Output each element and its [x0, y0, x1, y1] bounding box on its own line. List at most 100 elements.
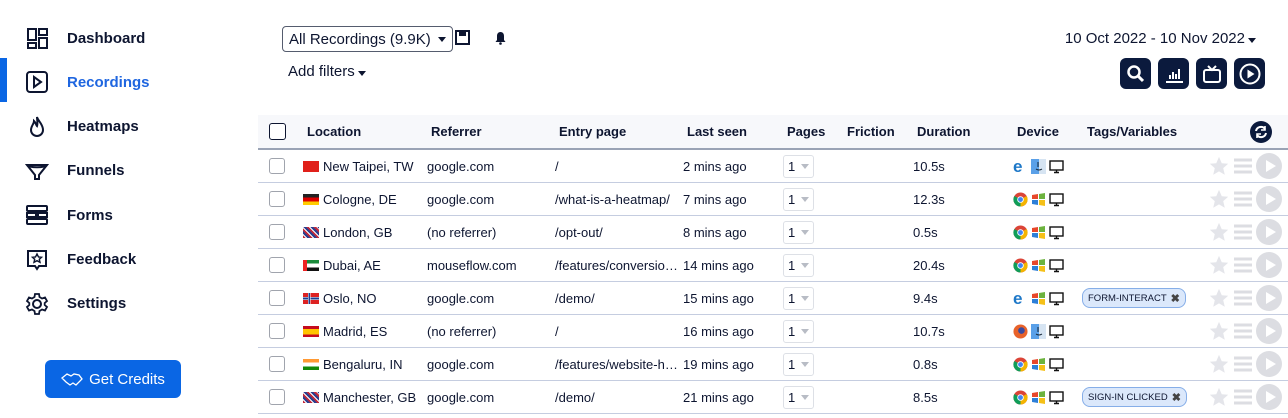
star-icon[interactable] — [1208, 188, 1230, 210]
sidebar-item-label: Dashboard — [67, 29, 146, 47]
play-recording-icon[interactable] — [1256, 318, 1282, 344]
table-row[interactable]: Madrid, ES (no referrer) / 16 mins ago 1… — [258, 315, 1288, 348]
entry-page[interactable]: / — [555, 315, 559, 347]
pages-dropdown[interactable]: 1 — [783, 253, 814, 277]
column-header-referrer[interactable]: Referrer — [431, 115, 482, 148]
row-checkbox[interactable] — [269, 224, 285, 240]
table-row[interactable]: Cologne, DE google.com /what-is-a-heatma… — [258, 183, 1288, 216]
tag-badge[interactable]: FORM-INTERACT ✖ — [1082, 288, 1186, 308]
bar-chart-icon — [1165, 68, 1183, 83]
column-header-duration[interactable]: Duration — [917, 115, 970, 148]
sidebar-item-heatmaps[interactable]: Heatmaps — [0, 105, 256, 149]
pages-dropdown[interactable]: 1 — [783, 220, 814, 244]
windows-os-icon — [1032, 192, 1045, 206]
segment-dropdown[interactable]: All Recordings (9.9K) — [282, 26, 453, 52]
menu-icon[interactable] — [1232, 353, 1254, 375]
sidebar-item-forms[interactable]: Forms — [0, 193, 256, 237]
edge-browser-icon: e — [1013, 291, 1022, 306]
entry-page[interactable]: /opt-out/ — [555, 216, 603, 248]
play-recording-icon[interactable] — [1256, 351, 1282, 377]
star-icon[interactable] — [1208, 254, 1230, 276]
column-header-pages[interactable]: Pages — [787, 115, 825, 148]
star-icon[interactable] — [1208, 386, 1230, 408]
play-recording-icon[interactable] — [1256, 285, 1282, 311]
pages-dropdown[interactable]: 1 — [783, 154, 814, 178]
column-header-entry-page[interactable]: Entry page — [559, 115, 626, 148]
table-row[interactable]: Manchester, GB google.com /demo/ 21 mins… — [258, 381, 1288, 414]
entry-page[interactable]: /features/website-h… — [555, 348, 678, 380]
column-header-location[interactable]: Location — [307, 115, 361, 148]
play-recording-icon[interactable] — [1256, 186, 1282, 212]
pages-dropdown[interactable]: 1 — [783, 286, 814, 310]
table-row[interactable]: Oslo, NO google.com /demo/ 15 mins ago 1… — [258, 282, 1288, 315]
table-row[interactable]: New Taipei, TW google.com / 2 mins ago 1… — [258, 150, 1288, 183]
star-icon[interactable] — [1208, 320, 1230, 342]
play-recording-icon[interactable] — [1256, 384, 1282, 410]
analytics-button[interactable] — [1158, 58, 1189, 89]
close-icon[interactable]: ✖ — [1172, 391, 1181, 404]
bell-icon[interactable] — [494, 31, 507, 45]
play-recording-icon[interactable] — [1256, 153, 1282, 179]
pages-dropdown[interactable]: 1 — [783, 385, 814, 409]
star-icon[interactable] — [1208, 287, 1230, 309]
column-header-friction[interactable]: Friction — [847, 115, 895, 148]
device-info — [1013, 216, 1064, 248]
row-checkbox[interactable] — [269, 158, 285, 174]
pages-dropdown[interactable]: 1 — [783, 187, 814, 211]
sidebar-item-feedback[interactable]: Feedback — [0, 238, 256, 282]
star-icon[interactable] — [1208, 221, 1230, 243]
menu-icon[interactable] — [1232, 386, 1254, 408]
row-checkbox[interactable] — [269, 191, 285, 207]
column-header-last-seen[interactable]: Last seen — [687, 115, 747, 148]
entry-page[interactable]: /features/conversio… — [555, 249, 678, 281]
device-info — [1013, 315, 1064, 347]
play-recording-icon[interactable] — [1256, 219, 1282, 245]
row-checkbox[interactable] — [269, 389, 285, 405]
row-checkbox[interactable] — [269, 257, 285, 273]
pages-dropdown[interactable]: 1 — [783, 319, 814, 343]
sidebar-item-settings[interactable]: Settings — [0, 282, 256, 326]
entry-page[interactable]: / — [555, 150, 559, 182]
table-row[interactable]: London, GB (no referrer) /opt-out/ 8 min… — [258, 216, 1288, 249]
menu-icon[interactable] — [1232, 221, 1254, 243]
star-icon[interactable] — [1208, 353, 1230, 375]
pages-dropdown[interactable]: 1 — [783, 352, 814, 376]
menu-icon[interactable] — [1232, 254, 1254, 276]
gear-icon — [25, 292, 49, 315]
row-checkbox[interactable] — [269, 356, 285, 372]
tv-mode-button[interactable] — [1196, 58, 1227, 89]
row-checkbox[interactable] — [269, 323, 285, 339]
menu-icon[interactable] — [1232, 155, 1254, 177]
save-icon[interactable] — [455, 30, 470, 45]
menu-icon[interactable] — [1232, 320, 1254, 342]
close-icon[interactable]: ✖ — [1171, 292, 1180, 305]
duration: 8.5s — [913, 389, 938, 405]
play-recording-icon[interactable] — [1256, 252, 1282, 278]
sidebar-item-funnels[interactable]: Funnels — [0, 149, 256, 193]
menu-icon[interactable] — [1232, 287, 1254, 309]
tag-badge[interactable]: SIGN-IN CLICKED ✖ — [1082, 387, 1187, 407]
play-all-button[interactable] — [1234, 58, 1265, 89]
play-square-icon — [26, 71, 48, 94]
referrer: google.com — [427, 389, 495, 405]
refresh-icon[interactable] — [1250, 120, 1272, 143]
entry-page[interactable]: /demo/ — [555, 282, 595, 314]
column-header-tags-variables[interactable]: Tags/Variables — [1087, 115, 1177, 148]
sidebar-item-recordings[interactable]: Recordings — [0, 60, 256, 104]
star-icon[interactable] — [1208, 155, 1230, 177]
device-info — [1013, 381, 1064, 413]
entry-page[interactable]: /demo/ — [555, 381, 595, 413]
select-all-checkbox[interactable] — [269, 123, 286, 140]
date-range-picker[interactable]: 10 Oct 2022 - 10 Nov 2022 — [1065, 30, 1256, 47]
table-row[interactable]: Dubai, AE mouseflow.com /features/conver… — [258, 249, 1288, 282]
referrer: google.com — [427, 290, 495, 306]
add-filters-dropdown[interactable]: Add filters — [288, 63, 366, 80]
get-credits-button[interactable]: Get Credits — [45, 360, 181, 398]
menu-icon[interactable] — [1232, 188, 1254, 210]
search-button[interactable] — [1120, 58, 1151, 89]
entry-page[interactable]: /what-is-a-heatmap/ — [555, 183, 670, 215]
row-checkbox[interactable] — [269, 290, 285, 306]
sidebar-item-dashboard[interactable]: Dashboard — [0, 16, 256, 60]
table-row[interactable]: Bengaluru, IN google.com /features/websi… — [258, 348, 1288, 381]
column-header-device[interactable]: Device — [1017, 115, 1059, 148]
